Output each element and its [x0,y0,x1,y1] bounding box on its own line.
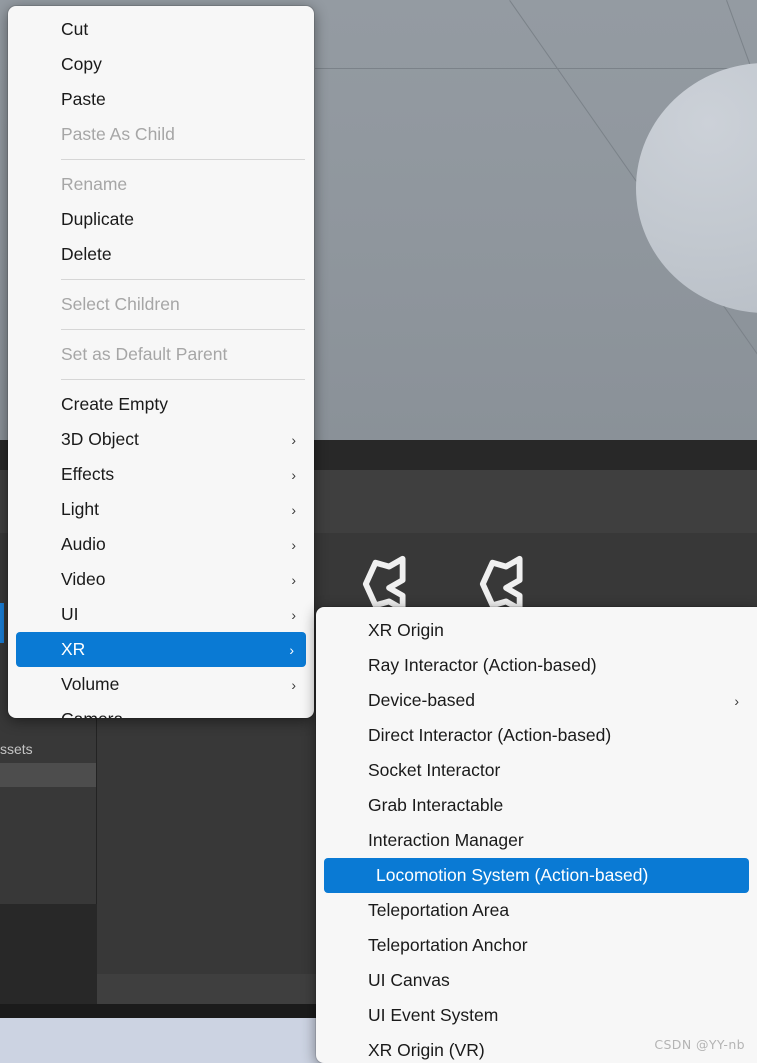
hierarchy-strip-left [0,440,8,460]
unity-prefab-icon[interactable] [477,553,539,615]
menu-item-label: Teleportation Area [368,900,510,920]
submenu-item-device-based[interactable]: Device-based › [316,683,757,718]
menu-item-label: Duplicate [61,209,134,229]
menu-item-video[interactable]: Video › [8,562,314,597]
menu-item-cut[interactable]: Cut [8,12,314,47]
menu-item-label: Interaction Manager [368,830,524,850]
menu-item-label: Video [61,569,106,589]
chevron-right-icon: › [291,501,296,518]
hierarchy-selected-item-chip[interactable] [0,603,4,643]
menu-item-volume[interactable]: Volume › [8,667,314,702]
menu-separator [61,279,305,280]
menu-item-label: Create Empty [61,394,168,414]
menu-item-label: Device-based [368,690,475,710]
menu-item-label: XR Origin (VR) [368,1040,485,1060]
submenu-item-xr-origin[interactable]: XR Origin [316,613,757,648]
menu-item-label: Socket Interactor [368,760,501,780]
menu-item-light[interactable]: Light › [8,492,314,527]
submenu-item-ui-canvas[interactable]: UI Canvas [316,963,757,998]
menu-item-label: Light [61,499,99,519]
menu-item-duplicate[interactable]: Duplicate [8,202,314,237]
menu-item-label: Rename [61,174,128,194]
menu-item-label: Select Children [61,294,180,314]
menu-item-label: 3D Object [61,429,139,449]
menu-item-label: UI [61,604,79,624]
menu-item-3d-object[interactable]: 3D Object › [8,422,314,457]
menu-item-label: Copy [61,54,102,74]
menu-item-label: UI Event System [368,1005,499,1025]
unity-prefab-icon[interactable] [360,553,422,615]
submenu-item-socket-interactor[interactable]: Socket Interactor [316,753,757,788]
menu-item-copy[interactable]: Copy [8,47,314,82]
submenu-item-interaction-manager[interactable]: Interaction Manager [316,823,757,858]
menu-separator [61,159,305,160]
menu-item-label: Cut [61,19,89,39]
menu-item-camera[interactable]: Camera [8,702,314,718]
submenu-item-teleportation-anchor[interactable]: Teleportation Anchor [316,928,757,963]
menu-item-xr[interactable]: XR › [16,632,306,667]
csdn-watermark: CSDN @YY-nb [654,1037,745,1052]
chevron-right-icon: › [289,641,294,658]
menu-item-label: Camera [61,709,123,718]
menu-item-select-children: Select Children [8,287,314,322]
menu-separator [61,379,305,380]
menu-item-create-empty[interactable]: Create Empty [8,387,314,422]
menu-item-paste[interactable]: Paste [8,82,314,117]
xr-submenu[interactable]: XR Origin Ray Interactor (Action-based) De… [316,607,757,1063]
chevron-right-icon: › [291,536,296,553]
menu-item-label: Paste As Child [61,124,175,144]
menu-item-effects[interactable]: Effects › [8,457,314,492]
submenu-item-grab-interactable[interactable]: Grab Interactable [316,788,757,823]
hierarchy-context-menu[interactable]: Cut Copy Paste Paste As Child Rename Duplicat… [8,6,314,718]
menu-item-label: Ray Interactor (Action-based) [368,655,597,675]
chevron-right-icon: › [291,466,296,483]
menu-item-label: XR Origin [368,620,444,640]
menu-item-rename: Rename [8,167,314,202]
submenu-item-teleportation-area[interactable]: Teleportation Area [316,893,757,928]
menu-item-set-as-default-parent: Set as Default Parent [8,337,314,372]
menu-separator [61,329,305,330]
project-folder-label: ssets [0,741,33,757]
menu-item-paste-as-child: Paste As Child [8,117,314,152]
screen: ssets Cut Copy Paste Paste As Child Rename Du… [0,0,757,1063]
chevron-right-icon: › [291,676,296,693]
menu-item-label: Grab Interactable [368,795,504,815]
menu-item-label: Volume [61,674,120,694]
menu-item-label: Locomotion System (Action-based) [376,865,649,885]
menu-item-label: Direct Interactor (Action-based) [368,725,612,745]
project-tree-selected-row[interactable] [0,763,97,787]
menu-item-delete[interactable]: Delete [8,237,314,272]
menu-item-label: Paste [61,89,106,109]
menu-item-label: UI Canvas [368,970,450,990]
chevron-right-icon: › [291,431,296,448]
menu-item-label: Audio [61,534,106,554]
submenu-item-locomotion-system-action-based[interactable]: Locomotion System (Action-based) [324,858,749,893]
submenu-item-ray-interactor-action-based[interactable]: Ray Interactor (Action-based) [316,648,757,683]
menu-item-label: XR [61,639,86,659]
chevron-right-icon: › [291,606,296,623]
scene-grid-line-horizontal [315,68,757,69]
chevron-right-icon: › [291,571,296,588]
submenu-item-direct-interactor-action-based[interactable]: Direct Interactor (Action-based) [316,718,757,753]
menu-item-label: Teleportation Anchor [368,935,528,955]
menu-item-label: Delete [61,244,112,264]
chevron-right-icon: › [734,692,739,709]
menu-item-label: Effects [61,464,115,484]
menu-item-audio[interactable]: Audio › [8,527,314,562]
menu-item-label: Set as Default Parent [61,344,228,364]
submenu-item-ui-event-system[interactable]: UI Event System [316,998,757,1033]
menu-item-ui[interactable]: UI › [8,597,314,632]
